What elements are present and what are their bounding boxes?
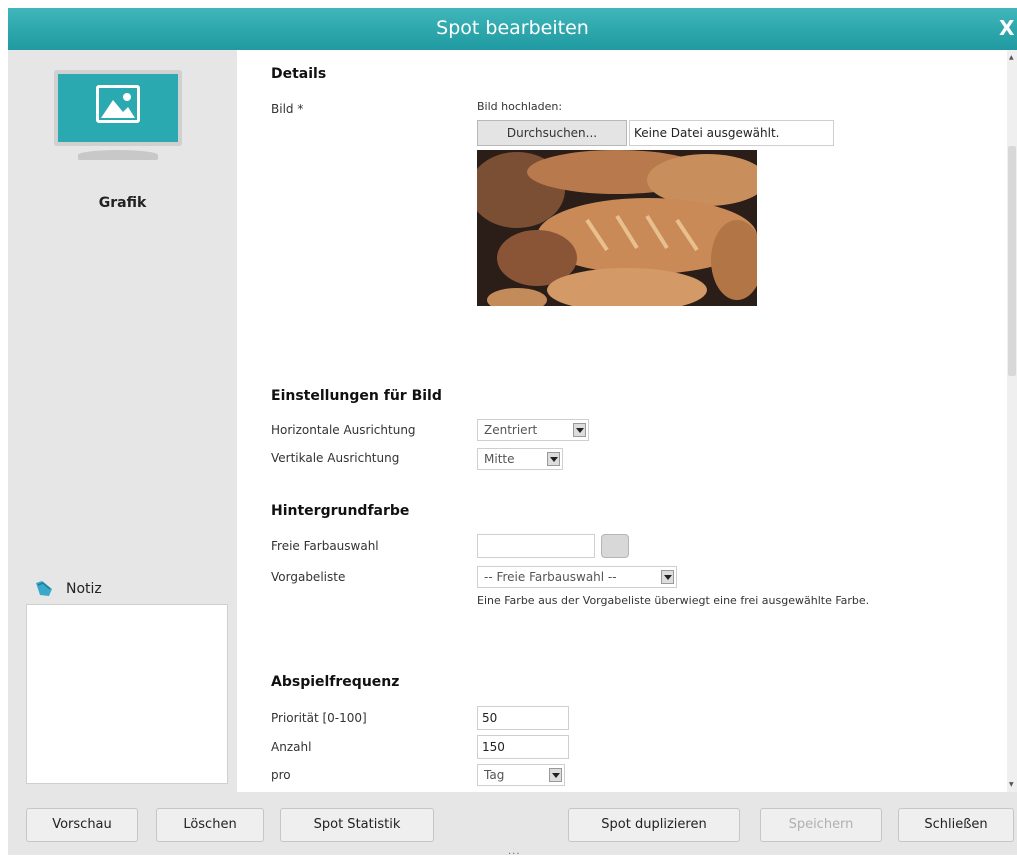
preset-color-select[interactable]: -- Freie Farbauswahl -- [477, 566, 677, 588]
save-button[interactable]: Speichern [760, 808, 882, 842]
upload-label: Bild hochladen: [477, 100, 563, 113]
per-label: pro [271, 768, 291, 782]
preset-hint: Eine Farbe aus der Vorgabeliste überwieg… [477, 594, 870, 607]
spot-type-label: Grafik [98, 195, 147, 211]
spot-statistics-button[interactable]: Spot Statistik [280, 808, 434, 842]
monitor-image-icon [54, 70, 182, 162]
bild-settings-heading: Einstellungen für Bild [271, 388, 442, 404]
resize-grip[interactable]: ... [508, 846, 521, 857]
notiz-textarea[interactable] [26, 604, 228, 784]
form-scrollbar[interactable]: ▲ ▼ [1007, 50, 1017, 792]
priority-label: Priorität [0-100] [271, 711, 367, 725]
count-input[interactable]: 150 [477, 735, 569, 759]
per-select[interactable]: Tag [477, 764, 565, 786]
details-heading: Details [271, 66, 327, 82]
horizontal-align-select[interactable]: Zentriert [477, 419, 589, 441]
scrollbar-thumb[interactable] [1008, 146, 1016, 376]
browse-button[interactable]: Durchsuchen... [477, 120, 627, 146]
vertical-align-value: Mitte [484, 452, 515, 466]
close-icon[interactable]: X [999, 16, 1017, 40]
delete-button[interactable]: Löschen [156, 808, 264, 842]
dialog-titlebar: Spot bearbeiten X [8, 8, 1017, 50]
scroll-down-icon[interactable]: ▼ [1009, 781, 1014, 788]
background-heading: Hintergrundfarbe [271, 503, 410, 519]
uploaded-image-preview [477, 150, 757, 306]
priority-input[interactable]: 50 [477, 706, 569, 730]
preset-label: Vorgabeliste [271, 570, 346, 584]
chevron-down-icon [549, 768, 562, 782]
chevron-down-icon [573, 423, 586, 437]
count-label: Anzahl [271, 740, 312, 754]
vertical-align-label: Vertikale Ausrichtung [271, 451, 400, 465]
spot-type-sidebar: Grafik Notiz [8, 50, 237, 792]
close-button[interactable]: Schließen [898, 808, 1014, 842]
note-icon [34, 580, 54, 598]
spot-edit-dialog: Spot bearbeiten X Grafik Notiz Details B… [8, 8, 1017, 857]
bild-label: Bild * [271, 102, 304, 116]
notiz-label: Notiz [66, 581, 102, 597]
vertical-align-select[interactable]: Mitte [477, 448, 563, 470]
chevron-down-icon [661, 570, 674, 584]
dialog-title: Spot bearbeiten [436, 17, 589, 39]
dialog-footer: Vorschau Löschen Spot Statistik Spot dup… [8, 792, 1017, 857]
per-value: Tag [484, 768, 505, 782]
free-color-label: Freie Farbauswahl [271, 539, 379, 553]
frequency-heading: Abspielfrequenz [271, 674, 400, 690]
file-status: Keine Datei ausgewählt. [629, 120, 834, 146]
horizontal-align-value: Zentriert [484, 423, 538, 437]
notiz-header: Notiz [34, 577, 102, 601]
color-picker-button[interactable] [601, 534, 629, 558]
chevron-down-icon [547, 452, 560, 466]
spot-form: Details Bild * Bild hochladen: Durchsuch… [237, 50, 1007, 792]
preview-button[interactable]: Vorschau [26, 808, 138, 842]
preset-color-value: -- Freie Farbauswahl -- [484, 570, 617, 584]
free-color-input[interactable] [477, 534, 595, 558]
horizontal-align-label: Horizontale Ausrichtung [271, 423, 416, 437]
duplicate-spot-button[interactable]: Spot duplizieren [568, 808, 740, 842]
scroll-up-icon[interactable]: ▲ [1009, 54, 1014, 61]
